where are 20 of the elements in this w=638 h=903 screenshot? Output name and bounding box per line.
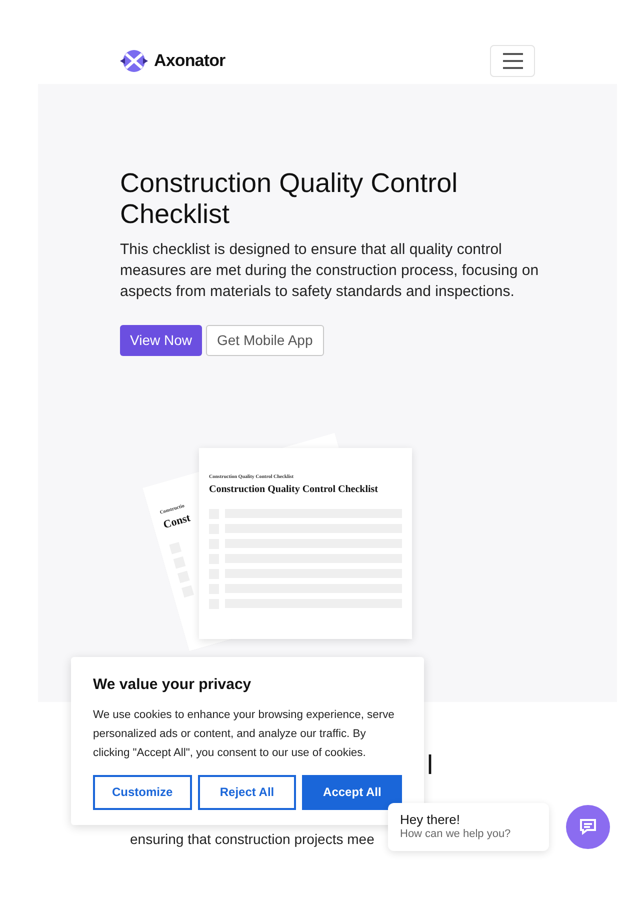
section-text: ensuring that construction projects mee xyxy=(130,830,374,849)
chat-greeting: Hey there! xyxy=(400,812,461,827)
chat-button[interactable] xyxy=(566,805,610,849)
cookie-button[interactable]: Reject All xyxy=(198,774,296,810)
cookie-button[interactable]: Customize xyxy=(93,774,192,810)
hero-title: Construction Quality Control Checklist xyxy=(120,168,459,230)
chat-prompt: How can we help you? xyxy=(400,827,512,841)
document-title: Construction Quality Control Checklist xyxy=(209,482,378,496)
menu-button[interactable] xyxy=(490,45,535,77)
cookie-title: We value your privacy xyxy=(93,675,252,695)
chat-icon xyxy=(579,819,597,835)
cookie-text: We use cookies to enhance your browsing experience, serve personalized ads or content, and analyze our traffic. By clicking "Accept All", you consent to our use of cookies. xyxy=(93,708,396,760)
accept-button[interactable]: Accept All xyxy=(302,774,402,810)
chat-bubble[interactable]: Hey there! How can we help you? xyxy=(388,803,549,851)
section-heading: l xyxy=(427,749,433,782)
logo-icon xyxy=(120,49,148,73)
app-button[interactable]: Get Mobile App xyxy=(206,325,324,356)
brand-name[interactable]: Axonator xyxy=(154,48,226,74)
hero-description: This checklist is designed to ensure that all quality control measures are met during the construction process, focusing on aspects from materials to safety standards and inspections. xyxy=(120,240,540,302)
view-button[interactable]: View Now xyxy=(120,325,202,356)
